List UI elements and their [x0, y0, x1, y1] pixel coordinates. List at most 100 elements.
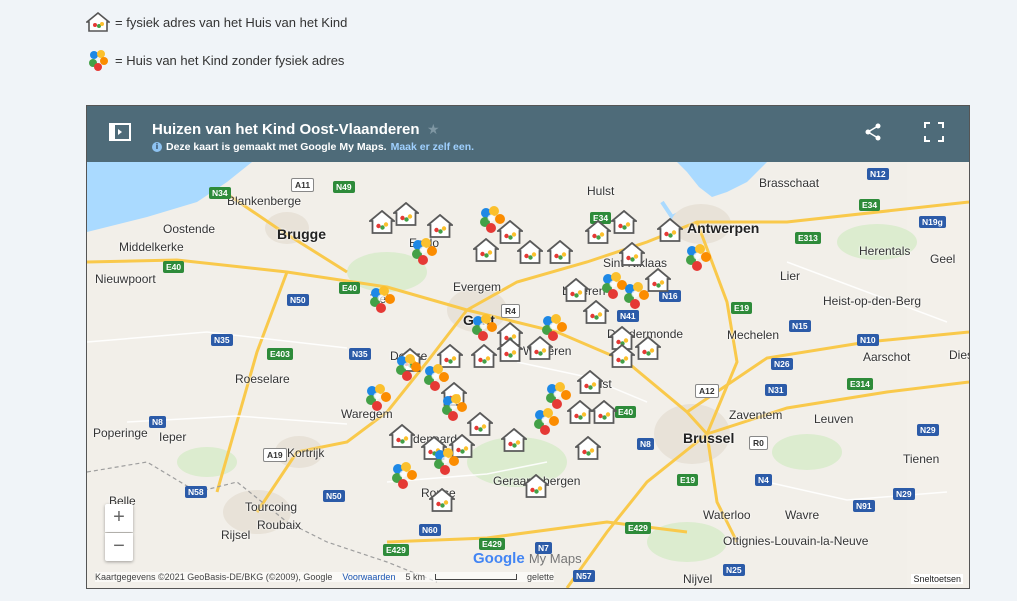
house-marker-icon[interactable] — [467, 412, 493, 436]
road-shield: E40 — [615, 406, 637, 418]
house-marker-icon[interactable] — [501, 428, 527, 452]
house-marker-icon[interactable] — [609, 344, 635, 368]
place-label: Antwerpen — [687, 220, 760, 236]
road-shield: N8 — [149, 416, 166, 428]
scale-bar — [434, 574, 517, 580]
road-shield: N50 — [287, 294, 309, 306]
info-icon: i — [152, 142, 162, 152]
google-my-maps-logo: Google My Maps — [473, 550, 582, 567]
house-marker-icon[interactable] — [575, 436, 601, 460]
sidebar-toggle-icon[interactable] — [107, 120, 133, 144]
house-marker-icon[interactable] — [635, 336, 661, 360]
map-footer: Kaartgegevens ©2021 GeoBasis-DE/BKG (©20… — [95, 572, 554, 582]
house-marker-icon[interactable] — [585, 220, 611, 244]
house-marker-icon[interactable] — [389, 424, 415, 448]
house-marker-icon[interactable] — [527, 336, 553, 360]
road-shield: E429 — [383, 544, 409, 556]
no-address-marker-icon[interactable] — [439, 392, 467, 421]
road-shield: N29 — [917, 424, 939, 436]
share-icon[interactable] — [863, 122, 883, 142]
map-attribution: Kaartgegevens ©2021 GeoBasis-DE/BKG (©20… — [95, 572, 333, 582]
place-label: Kortrijk — [287, 446, 325, 460]
house-marker-icon[interactable] — [583, 300, 609, 324]
road-shield: N50 — [323, 490, 345, 502]
no-address-marker-icon[interactable] — [409, 236, 437, 265]
house-marker-icon[interactable] — [563, 278, 589, 302]
road-shield: N91 — [853, 500, 875, 512]
place-label: Leuven — [814, 412, 854, 426]
house-marker-icon[interactable] — [657, 218, 683, 242]
no-address-marker-icon[interactable] — [469, 312, 497, 341]
no-address-marker-icon[interactable] — [543, 380, 571, 409]
road-shield: A11 — [291, 178, 315, 192]
place-label: Brasschaat — [759, 176, 820, 190]
road-shield: N57 — [573, 570, 595, 582]
place-label: Lier — [780, 269, 801, 283]
place-label: Ieper — [159, 430, 187, 444]
scale-label: 5 km — [405, 572, 425, 582]
no-address-marker-icon[interactable] — [367, 284, 395, 313]
star-icon[interactable]: ★ — [427, 121, 440, 138]
house-marker-icon[interactable] — [577, 370, 603, 394]
road-shield: E314 — [847, 378, 873, 390]
road-shield: N34 — [209, 187, 231, 199]
house-marker-icon[interactable] — [645, 268, 671, 292]
place-label: Middelkerke — [119, 240, 184, 254]
map-background — [87, 162, 969, 588]
house-marker-icon[interactable] — [619, 242, 645, 266]
road-shield: E429 — [625, 522, 651, 534]
road-shield: N58 — [185, 486, 207, 498]
zoom-in-button[interactable]: + — [105, 504, 133, 532]
road-shield: A19 — [263, 448, 287, 462]
place-label: Poperinge — [93, 426, 148, 440]
no-address-marker-icon[interactable] — [683, 242, 711, 271]
house-marker-icon[interactable] — [517, 240, 543, 264]
house-marker-icon[interactable] — [547, 240, 573, 264]
zoom-out-button[interactable]: − — [105, 533, 133, 561]
road-shield: E403 — [267, 348, 293, 360]
no-address-marker-icon[interactable] — [363, 382, 391, 411]
keyboard-shortcuts-link[interactable]: Sneltoetsen — [911, 574, 963, 584]
road-shield: N19g — [919, 216, 946, 228]
road-shield: N35 — [211, 334, 233, 346]
map-embed[interactable]: Huizen van het Kind Oost-Vlaanderen ★ i … — [86, 105, 970, 589]
house-marker-icon[interactable] — [473, 238, 499, 262]
place-label: Oostende — [163, 222, 216, 236]
house-marker-icon[interactable] — [393, 202, 419, 226]
road-shield: E40 — [339, 282, 361, 294]
house-marker-icon[interactable] — [567, 400, 593, 424]
road-shield: N41 — [617, 310, 639, 322]
house-marker-icon[interactable] — [429, 488, 455, 512]
create-map-link[interactable]: Maak er zelf een. — [391, 141, 474, 153]
road-shield: N12 — [867, 168, 889, 180]
legend-no-address: = Huis van het Kind zonder fysiek adres — [86, 48, 344, 72]
house-marker-icon[interactable] — [591, 400, 617, 424]
house-marker-icon[interactable] — [427, 214, 453, 238]
no-address-marker-icon[interactable] — [389, 460, 417, 489]
place-label: Ottignies-Louvain-la-Neuve — [723, 534, 869, 548]
no-address-marker-icon[interactable] — [393, 352, 421, 381]
fullscreen-icon[interactable] — [923, 121, 945, 143]
place-label: Nijvel — [683, 572, 713, 586]
house-marker-icon[interactable] — [523, 474, 549, 498]
place-label: Brussel — [683, 430, 735, 446]
place-label: Evergem — [453, 280, 502, 294]
road-shield: N10 — [857, 334, 879, 346]
no-address-marker-icon[interactable] — [539, 312, 567, 341]
map-subtitle: i Deze kaart is gemaakt met Google My Ma… — [152, 141, 474, 153]
no-address-marker-icon[interactable] — [531, 406, 559, 435]
place-label: Nieuwpoort — [95, 272, 156, 286]
house-legend-icon — [86, 12, 110, 32]
place-label: Tienen — [903, 452, 940, 466]
no-address-marker-icon[interactable] — [431, 446, 459, 475]
no-address-marker-icon[interactable] — [621, 280, 649, 309]
place-label: Rijsel — [221, 528, 251, 542]
terms-link[interactable]: Voorwaarden — [342, 572, 395, 582]
house-marker-icon[interactable] — [369, 210, 395, 234]
road-shield: E34 — [859, 199, 881, 211]
house-marker-icon[interactable] — [471, 344, 497, 368]
place-label: Mechelen — [727, 328, 780, 342]
map-canvas[interactable]: Blankenberge Hulst Brasschaat Oostende Midde… — [87, 162, 969, 588]
house-marker-icon[interactable] — [611, 210, 637, 234]
house-marker-icon[interactable] — [497, 338, 523, 362]
